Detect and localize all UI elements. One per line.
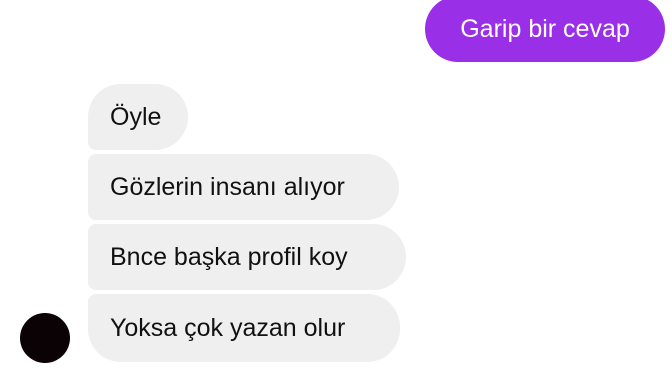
received-message-bubble[interactable]: Yoksa çok yazan olur <box>88 294 400 362</box>
message-text: Yoksa çok yazan olur <box>110 313 346 342</box>
message-text: Garip bir cevap <box>460 14 630 43</box>
received-message-bubble[interactable]: Gözlerin insanı alıyor <box>88 154 399 220</box>
received-message-bubble[interactable]: Bnce başka profil koy <box>88 224 406 290</box>
message-text: Bnce başka profil koy <box>110 242 348 271</box>
received-message-bubble[interactable]: Öyle <box>88 84 188 150</box>
avatar[interactable] <box>20 313 70 363</box>
chat-thread: Garip bir cevap Öyle Gözlerin insanı alı… <box>0 0 672 378</box>
message-text: Gözlerin insanı alıyor <box>110 172 345 201</box>
message-text: Öyle <box>110 102 162 131</box>
sent-message-bubble[interactable]: Garip bir cevap <box>425 0 665 62</box>
